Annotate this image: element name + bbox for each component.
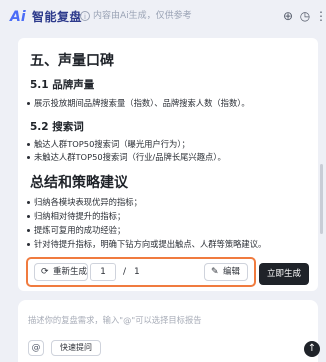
action-bar-highlight: ⟳ 重新生成 1 / 1 ✎ 编辑 [26,257,256,287]
app-logo: Ai [10,9,26,25]
ellipsis-icon[interactable]: ⋮ [314,9,326,23]
subsection-title-brand-volume: 5.1 品牌声量 [30,79,95,91]
list-item: 归纳各模块表现优异的指标； [27,197,142,207]
arrow-up-icon[interactable]: ↑ [304,341,320,357]
clock-icon[interactable]: ◷ [298,9,312,23]
quick-question-button[interactable]: 快速提问 [51,340,101,356]
prompt-composer: 描述你的复盘需求，输入"@"可以选择目标报告 @ 快速提问 ↑ [18,300,320,362]
list-item: 归纳相对待提升的指标； [26,211,126,221]
page-number-input[interactable]: 1 [90,263,116,281]
prompt-input[interactable]: 描述你的复盘需求，输入"@"可以选择目标报告 [28,314,202,326]
edit-label: 编辑 [223,267,241,277]
regenerate-button[interactable]: ⟳ 重新生成 [34,263,88,281]
info-icon: i [80,11,90,21]
app-header: Ai 智能复盘 i 内容由Ai生成，仅供参考 ⊕ ◷ ⋮ [0,0,326,38]
list-item: 触达人群TOP50搜索词（曝光用户行为）； [27,139,190,149]
list-item: 展示投放期间品牌搜索量（指数）、品牌搜索人数（指数）。 [27,98,250,108]
plus-circle-icon[interactable]: ⊕ [281,9,295,23]
pencil-icon: ✎ [211,267,219,277]
app-title: 智能复盘 [32,10,83,24]
mention-button[interactable]: @ [28,340,44,356]
section-title-summary: 总结和策略建议 [30,175,128,191]
regenerate-label: 重新生成 [53,267,88,277]
subsection-title-search-terms: 5.2 搜索词 [30,121,84,133]
page-total: 1 [134,267,140,277]
list-item: 针对待提升指标，明确下钻方向或提出触点、人群等策略建议。 [26,239,267,249]
ai-notice: 内容由Ai生成，仅供参考 [93,11,192,21]
report-content: 五、声量口碑 5.1 品牌声量 展示投放期间品牌搜索量（指数）、品牌搜索人数（指… [18,38,318,291]
section-title-voice: 五、声量口碑 [30,53,114,69]
refresh-icon: ⟳ [41,267,49,277]
edit-button[interactable]: ✎ 编辑 [204,263,248,281]
list-item: 提炼可复用的成功经验； [26,225,126,235]
list-item: 未触达人群TOP50搜索词（行业/品牌长尾兴趣点）。 [27,152,226,162]
scrollbar[interactable] [320,44,323,274]
scrollbar-thumb[interactable] [320,164,323,234]
generate-now-button[interactable]: 立即生成 [259,263,309,285]
page-separator: / [123,267,127,277]
